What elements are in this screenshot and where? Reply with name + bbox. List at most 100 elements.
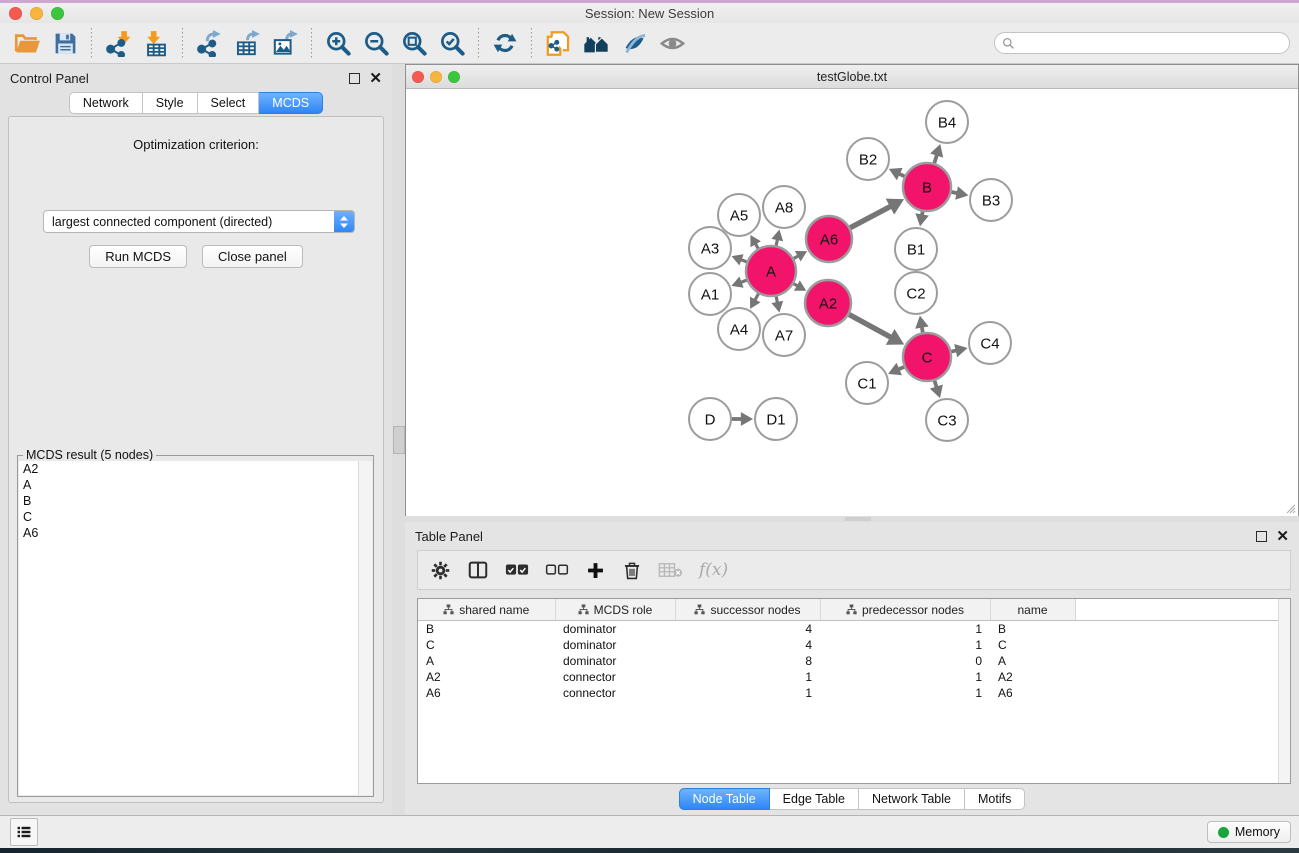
edge-A2-C[interactable] [849,314,904,344]
edge-A-A6[interactable] [794,251,807,261]
table-cell[interactable]: 1 [820,669,990,685]
edge-A-A5[interactable] [750,235,760,248]
table-cell[interactable]: C [990,637,1075,653]
delete-row-button[interactable] [622,560,642,581]
table-row[interactable]: A6connector11A6 [418,685,1290,701]
table-cell[interactable]: 1 [675,685,820,701]
resize-grip-icon[interactable] [1284,502,1296,514]
tab-mcds[interactable]: MCDS [259,92,323,114]
table-cell[interactable]: B [418,621,555,638]
tab-motifs[interactable]: Motifs [965,788,1025,810]
result-item[interactable]: A [19,477,372,493]
table-cell[interactable]: B [990,621,1075,638]
table-row[interactable]: Adominator80A [418,653,1290,669]
node-B1[interactable]: B1 [895,228,937,270]
apply-layout-button[interactable] [486,26,524,60]
node-C1[interactable]: C1 [846,362,888,404]
edge-D-D1[interactable] [732,412,753,426]
show-columns-button[interactable] [467,559,489,581]
table-cell[interactable]: 1 [820,685,990,701]
criterion-dropdown[interactable]: largest connected component (directed) [43,210,355,233]
home-button[interactable] [577,26,615,60]
node-A5[interactable]: A5 [718,194,760,236]
close-panel-icon[interactable]: ✕ [369,71,382,86]
table-cell[interactable]: connector [555,669,675,685]
table-cell[interactable]: dominator [555,621,675,638]
node-A4[interactable]: A4 [718,308,760,350]
deselect-all-button[interactable] [545,563,569,577]
node-B4[interactable]: B4 [926,101,968,143]
node-B[interactable]: B [903,163,951,211]
table-row[interactable]: Bdominator41B [418,621,1290,638]
node-A8[interactable]: A8 [763,186,805,228]
table-cell[interactable]: 1 [675,669,820,685]
save-session-button[interactable] [46,26,84,60]
tab-edge-table[interactable]: Edge Table [770,788,859,810]
select-all-button[interactable] [505,563,529,577]
tab-network-table[interactable]: Network Table [859,788,965,810]
network-document-button[interactable] [539,26,577,60]
edge-A-A3[interactable] [732,254,747,265]
table-row[interactable]: A2connector11A2 [418,669,1290,685]
search-input[interactable] [1015,35,1289,51]
export-table-button[interactable] [228,26,266,60]
node-C4[interactable]: C4 [969,322,1011,364]
tab-network[interactable]: Network [69,92,143,114]
column-header[interactable]: name [990,599,1075,621]
result-scrollbar[interactable] [358,461,372,795]
table-settings-button[interactable] [430,560,451,581]
edge-C-C3[interactable] [930,381,943,398]
result-item[interactable]: B [19,493,372,509]
tab-select[interactable]: Select [198,92,260,114]
edge-A-A4[interactable] [750,294,760,309]
show-graphics-details-button[interactable] [615,26,653,60]
node-table[interactable]: shared nameMCDS rolesuccessor nodesprede… [417,598,1291,784]
table-cell[interactable]: 4 [675,621,820,638]
edge-A6-B[interactable] [850,199,904,228]
memory-button[interactable]: Memory [1207,821,1291,843]
node-C[interactable]: C [903,333,951,381]
zoom-fit-button[interactable] [395,26,433,60]
edge-A-A1[interactable] [732,277,747,288]
table-cell[interactable]: A [990,653,1075,669]
node-B3[interactable]: B3 [970,179,1012,221]
task-history-button[interactable] [10,818,38,846]
node-D1[interactable]: D1 [755,398,797,440]
edge-A-A7[interactable] [771,296,783,312]
table-cell[interactable]: dominator [555,637,675,653]
table-row[interactable]: Cdominator41C [418,637,1290,653]
hide-graphics-details-button[interactable] [653,26,691,60]
import-network-button[interactable] [99,26,137,60]
node-A3[interactable]: A3 [689,227,731,269]
edge-C-C1[interactable] [888,363,904,376]
table-cell[interactable]: dominator [555,653,675,669]
tab-style[interactable]: Style [143,92,198,114]
splitter-handle[interactable] [393,426,405,454]
node-A1[interactable]: A1 [689,273,731,315]
table-cell[interactable]: 1 [820,637,990,653]
export-image-button[interactable] [266,26,304,60]
table-cell[interactable]: A6 [990,685,1075,701]
run-mcds-button[interactable]: Run MCDS [89,245,187,268]
column-header[interactable]: successor nodes [675,599,820,621]
float-panel-icon[interactable] [349,73,360,84]
splitter-handle[interactable] [845,517,871,521]
table-cell[interactable]: 8 [675,653,820,669]
edge-B-B3[interactable] [951,186,968,199]
import-table-button[interactable] [137,26,175,60]
node-A7[interactable]: A7 [763,314,805,356]
network-canvas[interactable]: B4B2BB3A8A5A6A3B1AA1C2A2A4A7C4CC1C3DD1 [406,89,1298,516]
result-item[interactable]: A2 [19,461,372,477]
edge-B-B4[interactable] [930,144,943,163]
table-cell[interactable]: 1 [820,621,990,638]
node-A2[interactable]: A2 [805,280,851,326]
column-header[interactable]: shared name [418,599,555,621]
edge-C-C4[interactable] [951,344,967,357]
network-canvas-svg[interactable]: B4B2BB3A8A5A6A3B1AA1C2A2A4A7C4CC1C3DD1 [406,89,1298,516]
node-D[interactable]: D [689,398,731,440]
float-panel-icon[interactable] [1256,531,1267,542]
result-item[interactable]: C [19,509,372,525]
node-C2[interactable]: C2 [895,272,937,314]
node-B2[interactable]: B2 [847,138,889,180]
table-cell[interactable]: 0 [820,653,990,669]
